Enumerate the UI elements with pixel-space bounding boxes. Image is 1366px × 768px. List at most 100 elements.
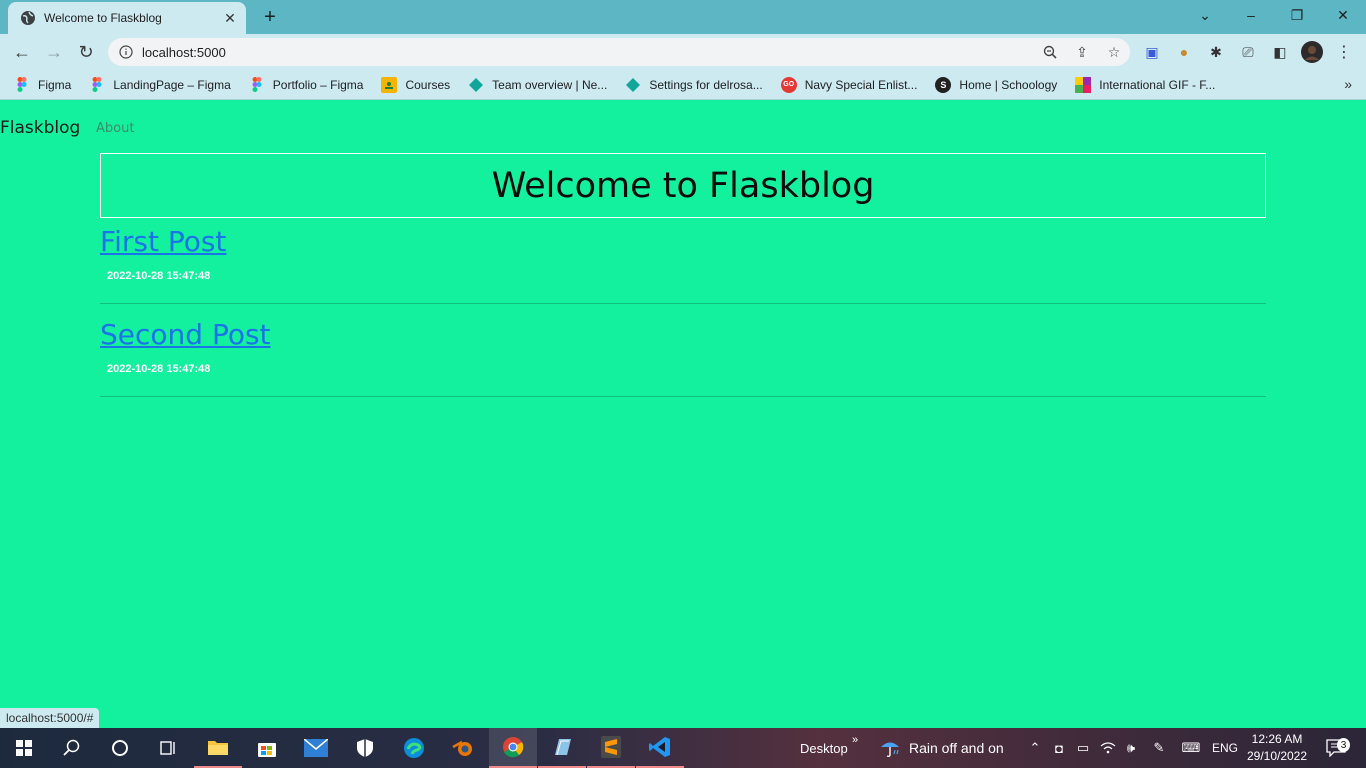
input-language[interactable]: ENG: [1212, 728, 1238, 768]
desktop-toolbar-label[interactable]: Desktop: [800, 728, 848, 768]
restore-icon[interactable]: ❐: [1274, 0, 1320, 30]
bookmark-star-icon[interactable]: ☆: [1098, 38, 1130, 66]
go-icon: GO: [780, 76, 797, 93]
bookmark-label: Navy Special Enlist...: [804, 77, 918, 92]
notepad-app-icon[interactable]: [538, 728, 586, 768]
battery-icon[interactable]: ▭: [1071, 728, 1095, 768]
figma-icon: [249, 77, 265, 93]
bookmark-label: Courses: [405, 77, 451, 92]
gif-icon: [1075, 76, 1092, 93]
diamond-icon: [625, 77, 641, 93]
post-item: Second Post 2022-10-28 15:47:48: [100, 318, 1266, 397]
close-tab-icon[interactable]: ✕: [220, 8, 240, 28]
weather-text[interactable]: Rain off and on: [909, 728, 1004, 768]
browser-toolbar: ← → ↻ localhost:5000 ⇪ ☆ ▣ ● ✱ ⎚ ◧ ⋮: [0, 34, 1366, 70]
screen-capture-extension-icon[interactable]: ▣: [1140, 40, 1164, 64]
bookmark-item[interactable]: Courses: [381, 76, 451, 93]
bookmark-item[interactable]: S Home | Schoology: [935, 76, 1058, 93]
side-panel-icon[interactable]: ◧: [1268, 40, 1292, 64]
bookmarks-bar: Figma LandingPage – Figma Portfolio – Fi…: [0, 70, 1366, 100]
figma-icon: [89, 77, 105, 93]
bookmark-label: Portfolio – Figma: [272, 77, 364, 92]
file-explorer-icon[interactable]: [194, 728, 242, 768]
schoology-icon: S: [935, 76, 952, 93]
clock-time: 12:26 AM: [1251, 732, 1303, 746]
task-view-icon[interactable]: [144, 728, 192, 768]
bookmark-item[interactable]: International GIF - F...: [1075, 76, 1216, 93]
bookmark-item[interactable]: Portfolio – Figma: [249, 77, 364, 93]
bookmark-item[interactable]: Settings for delrosa...: [625, 77, 763, 93]
forward-icon[interactable]: →: [40, 38, 68, 66]
figma-icon: [14, 77, 30, 93]
notification-count-badge: 3: [1337, 738, 1350, 752]
system-clock[interactable]: 12:26 AM 29/10/2022: [1242, 731, 1312, 765]
more-bookmarks-icon[interactable]: »: [1344, 76, 1352, 92]
windows-taskbar: Desktop » Rain off and on ⌃ ◘ ▭ 🕪 ✎ ⌨ EN…: [0, 728, 1366, 768]
bookmark-item[interactable]: Figma: [14, 77, 71, 93]
edge-browser-icon[interactable]: [390, 728, 438, 768]
toolbar-expand-icon[interactable]: »: [843, 720, 867, 760]
back-icon[interactable]: ←: [8, 38, 36, 66]
tab-search-icon[interactable]: ⌄: [1182, 0, 1228, 30]
volume-icon[interactable]: 🕪: [1119, 728, 1143, 768]
bookmark-item[interactable]: GO Navy Special Enlist...: [780, 76, 918, 93]
status-url: localhost:5000/#: [6, 711, 94, 725]
zoom-icon[interactable]: [1034, 38, 1066, 66]
chrome-icon[interactable]: [489, 728, 537, 768]
welcome-banner: Welcome to Flaskblog: [100, 153, 1266, 218]
menu-kebab-icon[interactable]: ⋮: [1332, 40, 1356, 64]
touch-keyboard-icon[interactable]: ⌨: [1177, 728, 1205, 768]
page-content: Flaskblog About Welcome to Flaskblog Fir…: [0, 101, 1366, 728]
bookmark-label: LandingPage – Figma: [113, 77, 231, 92]
vscode-icon[interactable]: [636, 728, 684, 768]
security-shield-icon[interactable]: [341, 728, 389, 768]
show-hidden-icons-chevron-icon[interactable]: ⌃: [1023, 728, 1047, 768]
share-icon[interactable]: ⇪: [1066, 38, 1098, 66]
bookmark-label: International GIF - F...: [1099, 77, 1216, 92]
classroom-icon: [381, 76, 398, 93]
wifi-icon[interactable]: [1096, 728, 1120, 768]
bookmark-label: Figma: [38, 77, 72, 92]
close-window-icon[interactable]: ✕: [1320, 0, 1366, 30]
new-tab-icon[interactable]: +: [258, 6, 282, 28]
sublime-text-icon[interactable]: [587, 728, 635, 768]
bookmark-label: Settings for delrosa...: [649, 77, 763, 92]
browser-tab[interactable]: Welcome to Flaskblog ✕: [8, 2, 246, 34]
pen-icon[interactable]: ✎: [1147, 728, 1171, 768]
post-item: First Post 2022-10-28 15:47:48: [100, 225, 1266, 304]
post-title-link[interactable]: First Post: [100, 225, 1266, 258]
mail-icon[interactable]: [292, 728, 340, 768]
cast-icon[interactable]: ⎚: [1236, 40, 1260, 64]
extensions-puzzle-icon[interactable]: ✱: [1204, 40, 1228, 64]
post-date: 2022-10-28 15:47:48: [107, 270, 211, 282]
search-icon[interactable]: [48, 728, 96, 768]
profile-avatar[interactable]: [1300, 40, 1324, 64]
bookmark-item[interactable]: LandingPage – Figma: [89, 77, 231, 93]
post-title-link[interactable]: Second Post: [100, 318, 1266, 351]
page-title: Welcome to Flaskblog: [491, 165, 875, 206]
cortana-icon[interactable]: [96, 728, 144, 768]
blender-icon[interactable]: [439, 728, 487, 768]
camera-icon[interactable]: ◘: [1047, 728, 1071, 768]
link-status-bar: localhost:5000/#: [0, 708, 100, 728]
diamond-icon: [468, 77, 484, 93]
bookmark-label: Home | Schoology: [959, 77, 1058, 92]
bookmark-item[interactable]: Team overview | Ne...: [468, 77, 607, 93]
brand-link[interactable]: Flaskblog: [0, 118, 80, 138]
windows-start-icon[interactable]: [0, 728, 48, 768]
globe-icon: [20, 10, 36, 26]
cookie-extension-icon[interactable]: ●: [1172, 40, 1196, 64]
tab-title: Welcome to Flaskblog: [44, 11, 162, 25]
weather-umbrella-icon[interactable]: [876, 728, 904, 768]
microsoft-store-icon[interactable]: [243, 728, 291, 768]
bookmark-label: Team overview | Ne...: [492, 77, 608, 92]
site-info-icon[interactable]: [118, 44, 134, 60]
about-link[interactable]: About: [96, 121, 134, 136]
minimize-icon[interactable]: –: [1228, 0, 1274, 30]
url-text[interactable]: localhost:5000: [142, 45, 1034, 60]
address-bar[interactable]: localhost:5000 ⇪ ☆: [108, 38, 1130, 66]
post-date: 2022-10-28 15:47:48: [107, 363, 211, 375]
reload-icon[interactable]: ↻: [72, 38, 100, 66]
clock-date: 29/10/2022: [1246, 749, 1308, 763]
tab-strip: Welcome to Flaskblog ✕ + ⌄ – ❐ ✕: [0, 0, 1366, 34]
